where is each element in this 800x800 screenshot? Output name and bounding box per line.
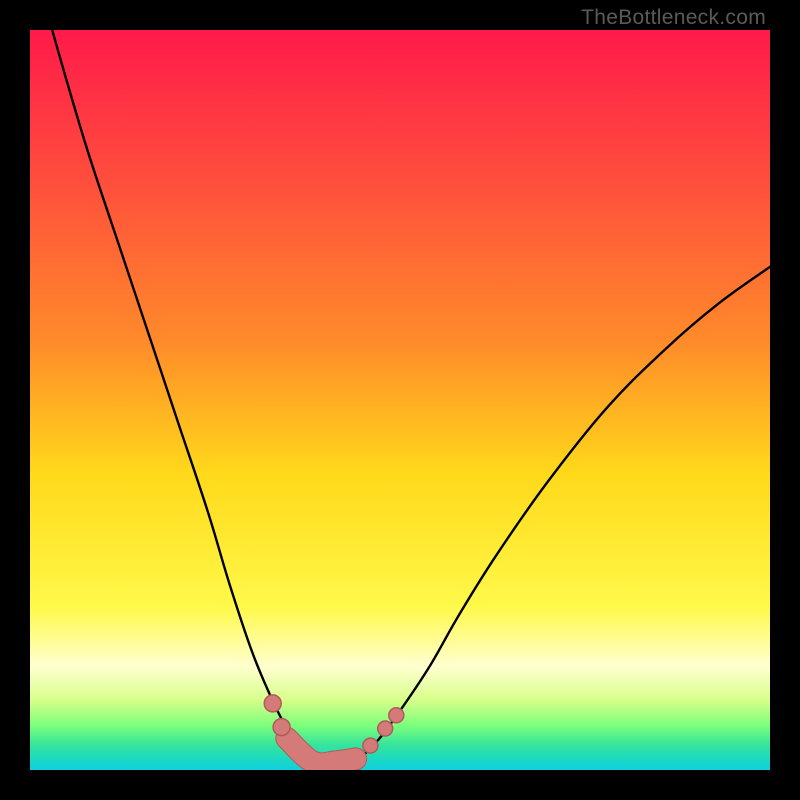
marker-worm <box>287 738 356 764</box>
marker-dot <box>264 695 281 712</box>
marker-dot <box>363 738 378 753</box>
series-left-dip <box>52 30 315 763</box>
marker-dot <box>378 721 393 736</box>
series-right-rise <box>356 267 770 763</box>
marker-dot <box>389 708 404 723</box>
plot-area <box>30 30 770 770</box>
frame: TheBottleneck.com <box>0 0 800 800</box>
marker-dot <box>273 719 290 736</box>
chart-curve-layer <box>30 30 770 770</box>
watermark-text: TheBottleneck.com <box>581 6 766 30</box>
